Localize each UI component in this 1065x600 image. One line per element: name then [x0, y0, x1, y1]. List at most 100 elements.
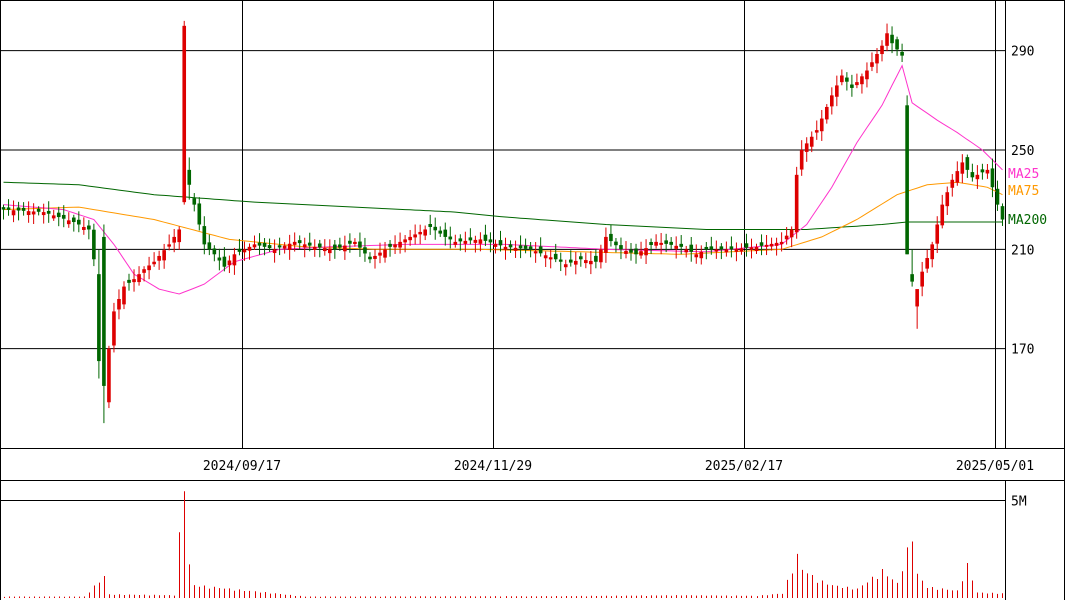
candle-body	[609, 233, 613, 242]
candle-body	[599, 249, 603, 263]
candle-body	[794, 174, 799, 233]
candle-body	[242, 249, 247, 253]
candle-body	[553, 253, 558, 260]
candle-body	[77, 219, 81, 225]
candle-body	[860, 76, 864, 85]
candle-body	[257, 242, 262, 246]
candle-body	[835, 85, 839, 97]
candle-body	[222, 256, 227, 267]
candle-body	[885, 33, 889, 46]
candle-body	[654, 241, 658, 246]
candle-body	[754, 246, 759, 252]
candle-body	[644, 248, 648, 256]
candle-body	[719, 246, 724, 250]
candle-body	[664, 240, 668, 244]
candle-body	[483, 234, 488, 241]
candle-body	[87, 225, 91, 230]
candle-body	[714, 249, 719, 252]
candle-body	[333, 244, 337, 250]
candle-body	[759, 242, 764, 246]
candle-body	[558, 259, 563, 262]
candle-body	[840, 75, 844, 83]
candle-body	[383, 249, 387, 258]
candle-body	[789, 229, 794, 238]
candle-body	[784, 235, 789, 240]
candle-body	[895, 39, 899, 50]
candle-body	[338, 244, 342, 248]
candle-body	[317, 243, 322, 248]
candle-body	[272, 249, 277, 254]
candle-body	[192, 198, 197, 205]
candle-body	[458, 238, 463, 242]
candle-body	[619, 245, 623, 250]
candle-body	[322, 248, 327, 252]
candle-body	[819, 118, 824, 132]
candle-body	[127, 279, 131, 283]
candle-body	[398, 241, 402, 248]
candle-body	[855, 82, 859, 86]
candle-body	[207, 242, 212, 250]
candle-body	[46, 210, 51, 214]
candle-body	[488, 239, 493, 243]
candle-body	[297, 240, 302, 244]
candle-body	[252, 244, 257, 248]
candle-body	[232, 254, 237, 266]
candle-body	[373, 255, 377, 259]
candle-body	[990, 168, 995, 188]
candle-body	[162, 250, 166, 261]
candle-body	[634, 248, 638, 255]
candle-body	[92, 229, 96, 260]
candle-body	[523, 245, 528, 249]
legend-ma25: MA25	[1008, 167, 1039, 182]
candle-body	[292, 241, 297, 245]
candle-body	[11, 210, 16, 216]
candle-body	[132, 279, 136, 283]
candle-body	[659, 242, 663, 245]
candle-body	[734, 248, 739, 252]
candle-body	[774, 242, 779, 246]
candle-body	[925, 258, 929, 269]
candle-body	[995, 188, 1000, 205]
price-tick-label: 250	[1011, 144, 1034, 159]
candle-body	[975, 174, 980, 180]
candle-body	[41, 212, 46, 216]
candle-body	[739, 248, 744, 252]
candle-body	[388, 243, 392, 247]
date-tick-label: 2025/05/01	[956, 459, 1034, 474]
candle-body	[51, 215, 56, 219]
candle-body	[122, 286, 126, 305]
candle-body	[563, 264, 568, 268]
stock-chart: 290 250 210 170 2024/09/17 2024/11/29 2025/02…	[0, 0, 1065, 600]
candle-body	[493, 243, 498, 247]
candle-body	[724, 249, 729, 253]
candle-body	[237, 248, 242, 252]
candle-body	[528, 246, 533, 250]
candle-body	[56, 212, 61, 218]
candle-body	[267, 245, 272, 249]
candle-body	[950, 179, 955, 188]
candle-body	[473, 239, 478, 243]
candle-body	[438, 230, 443, 234]
candle-body	[799, 150, 804, 170]
candle-body	[328, 248, 332, 254]
candle-body	[699, 251, 704, 259]
candle-body	[809, 136, 814, 147]
candle-body	[850, 84, 854, 88]
candle-body	[302, 244, 307, 248]
candle-body	[579, 256, 583, 260]
candle-body	[639, 251, 643, 256]
candle-body	[649, 242, 653, 245]
candle-body	[804, 143, 809, 152]
candle-body	[82, 226, 86, 230]
candle-body	[679, 243, 684, 247]
date-tick-label: 2024/09/17	[203, 459, 281, 474]
candle-body	[413, 234, 417, 238]
candle-body	[970, 172, 975, 178]
candle-body	[508, 244, 513, 248]
candle-body	[584, 260, 588, 264]
date-tick-label: 2025/02/17	[705, 459, 783, 474]
candle-body	[172, 236, 176, 243]
candle-body	[985, 169, 990, 174]
legend-ma200: MA200	[1008, 213, 1047, 228]
candle-body	[6, 207, 11, 210]
